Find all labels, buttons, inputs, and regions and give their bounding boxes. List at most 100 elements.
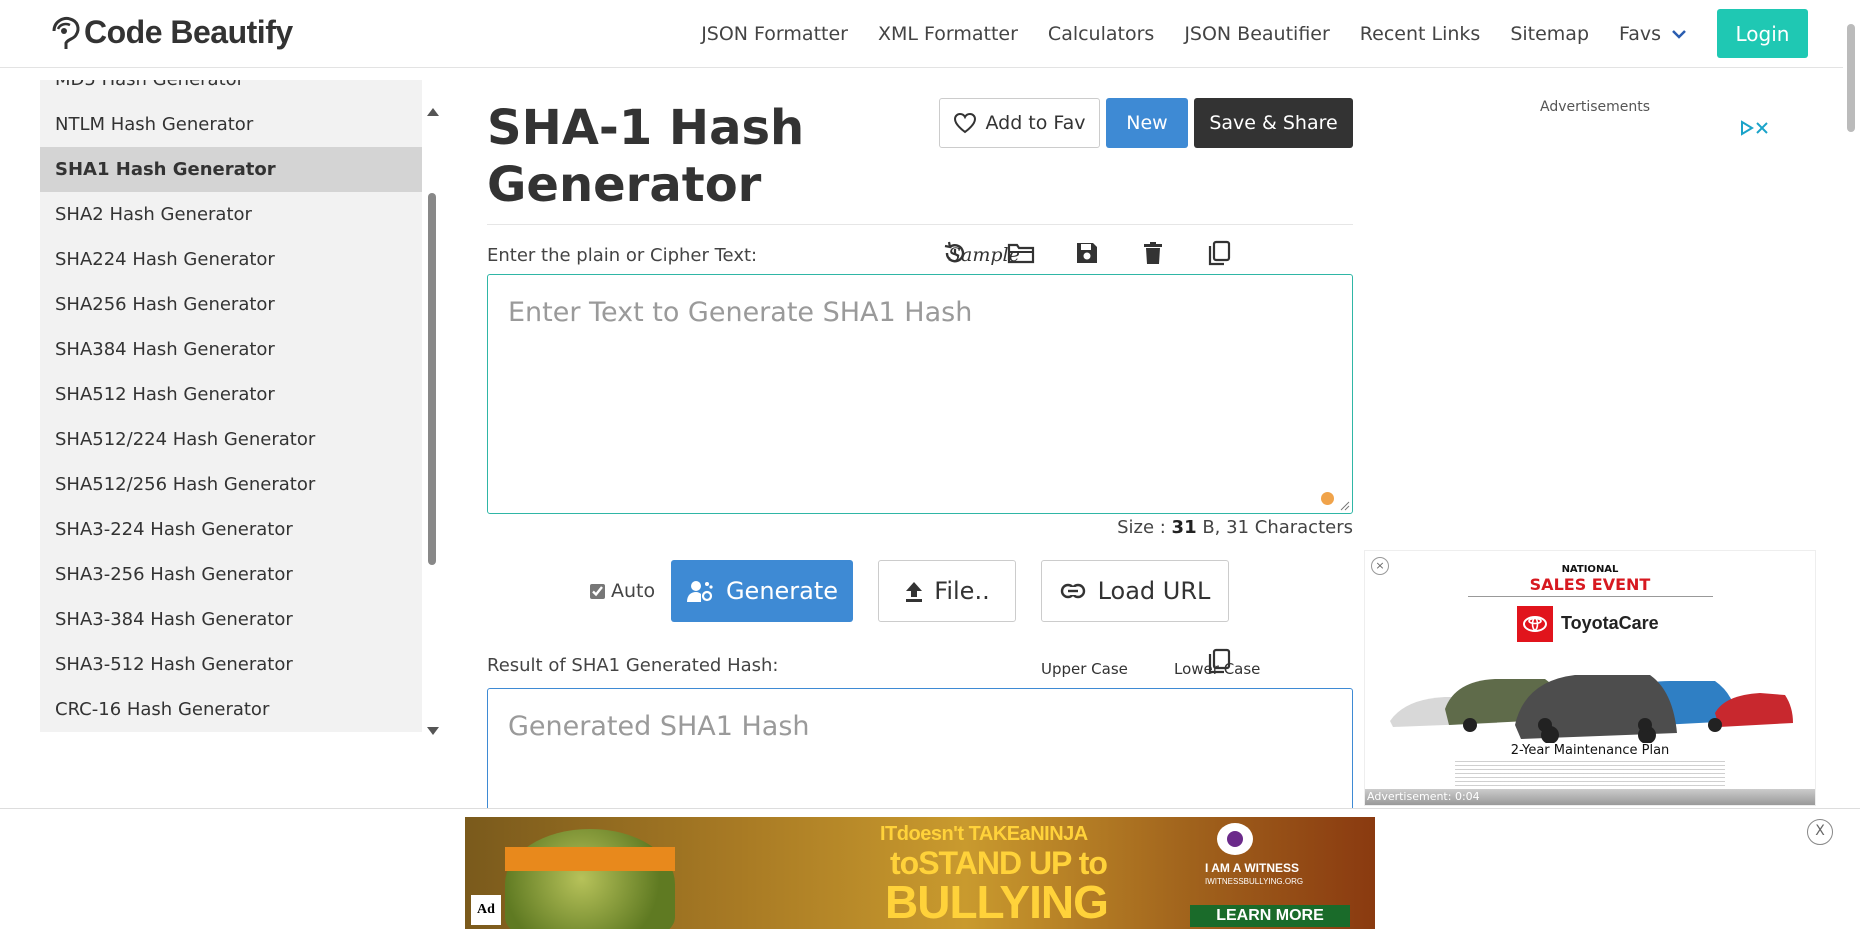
nav-calculators[interactable]: Calculators <box>1048 23 1154 45</box>
plain-text-input[interactable] <box>487 274 1353 514</box>
sidebar-item-ntlm[interactable]: NTLM Hash Generator <box>40 102 422 147</box>
ad-fine-print <box>1455 761 1725 789</box>
size-suffix: B, 31 Characters <box>1196 517 1353 538</box>
sidebar-item-label: SHA384 Hash Generator <box>55 339 275 360</box>
sidebar-item-crc16[interactable]: CRC-16 Hash Generator <box>40 687 422 732</box>
nav-sitemap[interactable]: Sitemap <box>1510 23 1589 45</box>
ad-progress-label: Advertisement: 0:04 <box>1367 790 1480 803</box>
brain-logo-icon <box>52 16 80 49</box>
sidebar-scroll-thumb[interactable] <box>428 193 436 565</box>
ad-witness-url: IWITNESSBULLYING.ORG <box>1205 877 1304 886</box>
close-icon[interactable]: X <box>1807 819 1833 845</box>
page-scroll-thumb[interactable] <box>1847 24 1855 132</box>
page-title: SHA-1 Hash Generator <box>487 100 805 213</box>
sidebar-item-label: SHA224 Hash Generator <box>55 249 275 270</box>
trash-icon[interactable] <box>1138 238 1168 268</box>
logo-text: Code Beautify <box>84 14 293 50</box>
bullying-ad-banner[interactable]: Ad ITdoesn't TAKEaNINJA toSTAND UP to BU… <box>465 817 1375 929</box>
ad-line-1: ITdoesn't TAKEaNINJA <box>880 823 1088 845</box>
tools-sidebar: MD5 Hash Generator NTLM Hash Generator S… <box>40 80 442 745</box>
sidebar-item-sha512[interactable]: SHA512 Hash Generator <box>40 372 422 417</box>
save-icon[interactable] <box>1072 238 1102 268</box>
nav-json-formatter[interactable]: JSON Formatter <box>701 23 848 45</box>
resize-handle-icon[interactable] <box>1340 501 1350 511</box>
sidebar-item-label: SHA3-256 Hash Generator <box>55 564 293 585</box>
save-share-button[interactable]: Save & Share <box>1194 98 1353 148</box>
file-label: File.. <box>934 577 990 605</box>
bottom-ad-bar: Ad ITdoesn't TAKEaNINJA toSTAND UP to BU… <box>0 808 1860 929</box>
size-indicator: Size : 31 B, 31 Characters <box>1117 517 1353 538</box>
user-cog-icon <box>686 581 713 602</box>
actions-row: Auto Generate File.. Load URL <box>487 560 1353 622</box>
title-actions: Add to Fav New Save & Share <box>939 98 1353 148</box>
sidebar-list: MD5 Hash Generator NTLM Hash Generator S… <box>40 80 422 732</box>
copy-result-icon[interactable] <box>1204 646 1234 676</box>
sidebar-item-label: SHA3-224 Hash Generator <box>55 519 293 540</box>
new-button[interactable]: New <box>1106 98 1188 148</box>
cars-image <box>1390 675 1793 743</box>
sidebar-item-label: SHA2 Hash Generator <box>55 204 252 225</box>
ad-divider <box>1468 596 1713 597</box>
chevron-down-icon <box>1672 29 1686 39</box>
sidebar-item-sha3-224[interactable]: SHA3-224 Hash Generator <box>40 507 422 552</box>
upload-icon <box>906 582 923 602</box>
file-upload-button[interactable]: File.. <box>878 560 1016 622</box>
result-toolbar: Result of SHA1 Generated Hash: Upper Cas… <box>487 646 1353 680</box>
sidebar-item-label: SHA3-512 Hash Generator <box>55 654 293 675</box>
learn-more-button[interactable]: LEARN MORE <box>1190 905 1350 927</box>
sidebar-item-sha2[interactable]: SHA2 Hash Generator <box>40 192 422 237</box>
generate-button[interactable]: Generate <box>671 560 853 622</box>
scroll-down-arrow-icon[interactable] <box>427 727 439 735</box>
toyota-ad[interactable]: × NATIONAL SALES EVENT ToyotaCare 2-Year… <box>1364 550 1816 806</box>
sidebar-item-sha512-256[interactable]: SHA512/256 Hash Generator <box>40 462 422 507</box>
favs-dropdown[interactable]: Favs <box>1619 23 1687 45</box>
sidebar-item-sha3-384[interactable]: SHA3-384 Hash Generator <box>40 597 422 642</box>
sidebar-scrollbar[interactable] <box>422 80 442 745</box>
nav-xml-formatter[interactable]: XML Formatter <box>878 23 1018 45</box>
login-button[interactable]: Login <box>1717 9 1808 58</box>
auto-label: Auto <box>611 580 656 602</box>
sidebar-item-md5[interactable]: MD5 Hash Generator <box>40 80 422 102</box>
ad-plan-text: 2-Year Maintenance Plan <box>1510 743 1670 758</box>
page-scrollbar[interactable] <box>1843 0 1860 808</box>
sidebar-item-label: SHA512/256 Hash Generator <box>55 474 316 495</box>
input-toolbar: Enter the plain or Cipher Text: Sample <box>487 238 1353 272</box>
load-url-label: Load URL <box>1097 577 1211 605</box>
sidebar-item-sha3-256[interactable]: SHA3-256 Hash Generator <box>40 552 422 597</box>
sidebar-item-sha384[interactable]: SHA384 Hash Generator <box>40 327 422 372</box>
nav-recent-links[interactable]: Recent Links <box>1360 23 1481 45</box>
auto-toggle[interactable]: Auto <box>590 580 655 602</box>
close-icon[interactable] <box>1755 121 1769 135</box>
ad-progress-bar: Advertisement: 0:04 <box>1365 789 1815 805</box>
sidebar-item-sha512-224[interactable]: SHA512/224 Hash Generator <box>40 417 422 462</box>
favs-label: Favs <box>1619 22 1661 45</box>
sidebar-item-sha3-512[interactable]: SHA3-512 Hash Generator <box>40 642 422 687</box>
adchoices-play-icon <box>1741 120 1754 136</box>
ad-witness-text: I AM A WITNESS <box>1205 861 1299 875</box>
nav-json-beautifier[interactable]: JSON Beautifier <box>1184 23 1329 45</box>
adchoices-badge[interactable] <box>1739 120 1769 136</box>
history-icon[interactable] <box>940 238 970 268</box>
ad-line-3: BULLYING <box>885 876 1109 928</box>
folder-open-icon[interactable] <box>1006 238 1036 268</box>
site-header: Code Beautify JSON Formatter XML Formatt… <box>0 0 1860 68</box>
sidebar-item-label: SHA256 Hash Generator <box>55 294 275 315</box>
hash-result-output[interactable] <box>487 688 1353 828</box>
auto-checkbox[interactable] <box>590 583 605 599</box>
sidebar-item-label: CRC-16 Hash Generator <box>55 699 270 720</box>
result-label: Result of SHA1 Generated Hash: <box>487 655 779 676</box>
size-bytes: 31 <box>1171 517 1197 538</box>
load-url-button[interactable]: Load URL <box>1041 560 1229 622</box>
sidebar-item-label: SHA1 Hash Generator <box>55 159 276 180</box>
site-logo[interactable]: Code Beautify <box>50 14 293 51</box>
status-dot <box>1321 492 1334 505</box>
sidebar-item-sha256[interactable]: SHA256 Hash Generator <box>40 282 422 327</box>
top-nav: JSON Formatter XML Formatter Calculators… <box>701 0 1860 67</box>
sidebar-item-sha224[interactable]: SHA224 Hash Generator <box>40 237 422 282</box>
add-to-fav-button[interactable]: Add to Fav <box>939 98 1100 148</box>
link-icon <box>1060 583 1085 599</box>
scroll-up-arrow-icon[interactable] <box>427 108 439 116</box>
sidebar-item-sha1[interactable]: SHA1 Hash Generator <box>40 147 422 192</box>
copy-icon[interactable] <box>1204 238 1234 268</box>
upper-case-button[interactable]: Upper Case <box>1041 660 1128 678</box>
